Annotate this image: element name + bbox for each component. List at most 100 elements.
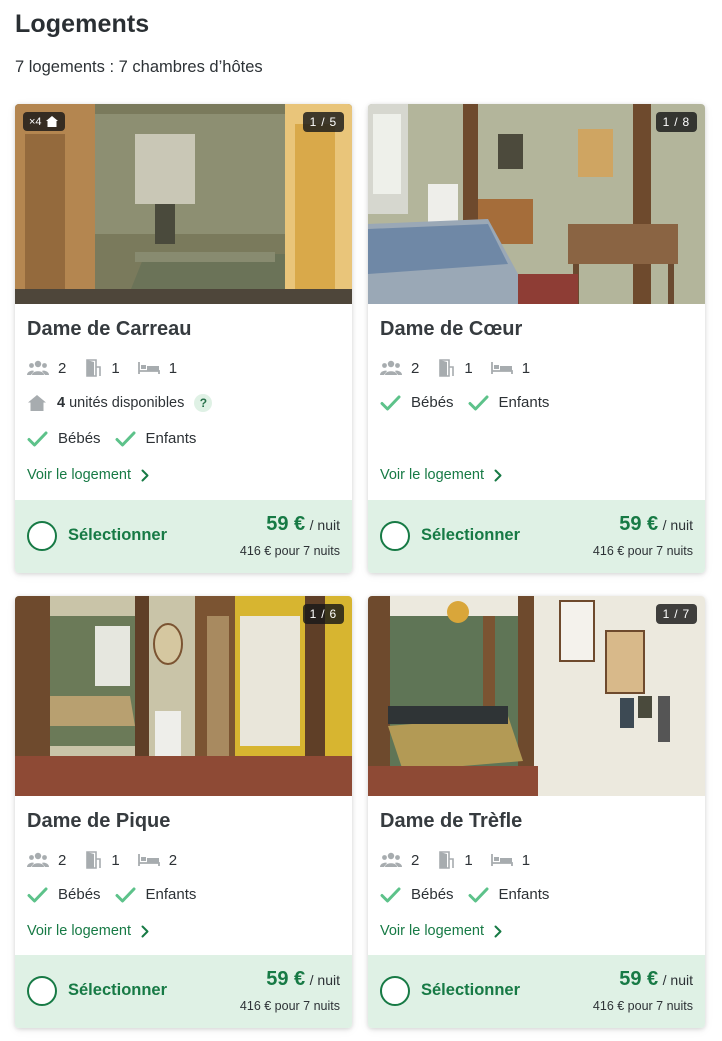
- door-icon: [439, 359, 455, 377]
- view-listing-link[interactable]: Voir le logement: [27, 467, 149, 483]
- listing-card[interactable]: 1 / 7 Dame de Trèfle 2 1 1 Bébés Enfants…: [368, 596, 705, 1028]
- total-price: 416 € pour 7 nuits: [239, 544, 340, 558]
- listing-photo[interactable]: 1 / 8: [368, 104, 705, 304]
- photo-counter: 1 / 8: [655, 112, 697, 132]
- select-bar[interactable]: Sélectionner 59 € / nuit 416 € pour 7 nu…: [15, 500, 352, 573]
- spec-beds: 1: [490, 360, 530, 377]
- spec-beds: 1: [137, 360, 177, 377]
- spec-rooms: 1: [84, 851, 120, 869]
- select-radio[interactable]: [27, 976, 57, 1006]
- spec-rooms: 1: [84, 359, 120, 377]
- nightly-price: 59 € / nuit: [619, 968, 693, 990]
- select-bar[interactable]: Sélectionner 59 € / nuit 416 € pour 7 nu…: [15, 955, 352, 1028]
- listing-features: Bébés Enfants: [380, 394, 563, 411]
- bed-icon: [490, 854, 513, 866]
- view-listing-link[interactable]: Voir le logement: [380, 467, 502, 483]
- chevron-right-icon: [141, 925, 149, 937]
- spec-guests: 2: [27, 852, 66, 869]
- select-label[interactable]: Sélectionner: [68, 526, 167, 545]
- availability: 4 unités disponibles ?: [27, 394, 213, 412]
- check-icon: [115, 431, 136, 446]
- listing-name[interactable]: Dame de Pique: [27, 810, 170, 833]
- photo-counter: 1 / 5: [302, 112, 344, 132]
- listing-photo[interactable]: 1 / 6: [15, 596, 352, 796]
- total-price: 416 € pour 7 nuits: [592, 544, 693, 558]
- listing-name[interactable]: Dame de Cœur: [380, 318, 522, 341]
- listing-specs: 2 1 1: [27, 359, 195, 377]
- check-icon: [380, 395, 401, 410]
- feature-babies: Bébés: [27, 886, 101, 903]
- listing-card[interactable]: ×4 1 / 5 Dame de Carreau 2 1 1 4 unités: [15, 104, 352, 573]
- listing-features: Bébés Enfants: [27, 886, 210, 903]
- feature-babies: Bébés: [27, 430, 101, 447]
- check-icon: [468, 395, 489, 410]
- listing-specs: 2 1 1: [380, 359, 548, 377]
- listing-card[interactable]: 1 / 8 Dame de Cœur 2 1 1 Bébés Enfants V…: [368, 104, 705, 573]
- listing-specs: 2 1 1: [380, 851, 548, 869]
- total-price: 416 € pour 7 nuits: [592, 999, 693, 1013]
- spec-beds: 1: [490, 852, 530, 869]
- listing-name[interactable]: Dame de Trèfle: [380, 810, 522, 833]
- listing-photo[interactable]: 1 / 7: [368, 596, 705, 796]
- view-listing-link[interactable]: Voir le logement: [27, 923, 149, 939]
- check-icon: [380, 887, 401, 902]
- chevron-right-icon: [494, 925, 502, 937]
- check-icon: [27, 431, 48, 446]
- select-label[interactable]: Sélectionner: [421, 526, 520, 545]
- select-radio[interactable]: [380, 976, 410, 1006]
- nightly-price: 59 € / nuit: [266, 513, 340, 535]
- select-label[interactable]: Sélectionner: [421, 981, 520, 1000]
- spec-rooms: 1: [437, 851, 473, 869]
- chevron-right-icon: [494, 469, 502, 481]
- page-subtitle: 7 logements : 7 chambres d’hôtes: [15, 58, 263, 76]
- bed-icon: [137, 362, 160, 374]
- door-icon: [439, 851, 455, 869]
- page-title: Logements: [15, 10, 150, 38]
- listing-name[interactable]: Dame de Carreau: [27, 318, 192, 341]
- listing-card[interactable]: 1 / 6 Dame de Pique 2 1 2 Bébés Enfants …: [15, 596, 352, 1028]
- spec-beds: 2: [137, 852, 177, 869]
- listing-photo[interactable]: ×4 1 / 5: [15, 104, 352, 304]
- spec-rooms: 1: [437, 359, 473, 377]
- bed-icon: [137, 854, 160, 866]
- chevron-right-icon: [141, 469, 149, 481]
- photo-counter: 1 / 7: [655, 604, 697, 624]
- listings-grid: ×4 1 / 5 Dame de Carreau 2 1 1 4 unités: [15, 104, 706, 1034]
- nightly-price: 59 € / nuit: [619, 513, 693, 535]
- nightly-price: 59 € / nuit: [266, 968, 340, 990]
- bed-icon: [490, 362, 513, 374]
- guests-icon: [27, 852, 49, 867]
- total-price: 416 € pour 7 nuits: [239, 999, 340, 1013]
- spec-guests: 2: [380, 852, 419, 869]
- feature-babies: Bébés: [380, 886, 454, 903]
- listing-features: Bébés Enfants: [27, 430, 210, 447]
- select-radio[interactable]: [27, 521, 57, 551]
- home-icon: [45, 116, 58, 127]
- select-bar[interactable]: Sélectionner 59 € / nuit 416 € pour 7 nu…: [368, 500, 705, 573]
- photo-counter: 1 / 6: [302, 604, 344, 624]
- listing-specs: 2 1 2: [27, 851, 195, 869]
- check-icon: [115, 887, 136, 902]
- feature-babies: Bébés: [380, 394, 454, 411]
- units-badge: ×4: [23, 112, 65, 131]
- select-bar[interactable]: Sélectionner 59 € / nuit 416 € pour 7 nu…: [368, 955, 705, 1028]
- listing-features: Bébés Enfants: [380, 886, 563, 903]
- door-icon: [86, 359, 102, 377]
- guests-icon: [380, 360, 402, 375]
- spec-guests: 2: [380, 360, 419, 377]
- feature-children: Enfants: [468, 394, 549, 411]
- select-label[interactable]: Sélectionner: [68, 981, 167, 1000]
- check-icon: [468, 887, 489, 902]
- spec-guests: 2: [27, 360, 66, 377]
- feature-children: Enfants: [115, 886, 196, 903]
- guests-icon: [380, 852, 402, 867]
- availability-help-icon[interactable]: ?: [194, 394, 213, 412]
- door-icon: [86, 851, 102, 869]
- guests-icon: [27, 360, 49, 375]
- home-icon: [28, 395, 46, 411]
- feature-children: Enfants: [468, 886, 549, 903]
- select-radio[interactable]: [380, 521, 410, 551]
- check-icon: [27, 887, 48, 902]
- feature-children: Enfants: [115, 430, 196, 447]
- view-listing-link[interactable]: Voir le logement: [380, 923, 502, 939]
